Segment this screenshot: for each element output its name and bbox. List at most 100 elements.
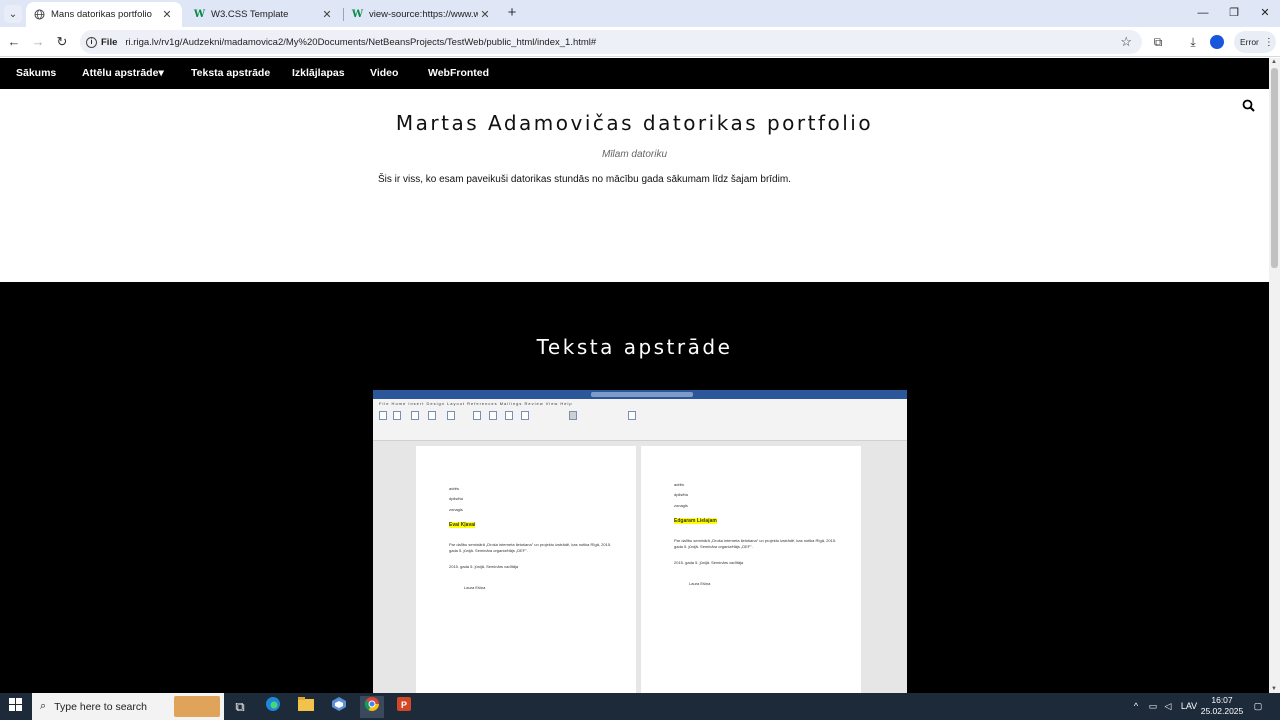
info-icon: i	[86, 36, 97, 48]
nav-attelu-apstrade[interactable]: Attēlu apstrāde▾	[82, 58, 164, 89]
tab-title: view-source:https://www.w3sch	[369, 9, 478, 20]
nav-attelu-apstrade-label: Attēlu apstrāde	[82, 67, 159, 79]
caret-down-icon: ▾	[158, 67, 164, 79]
taskbar-search-placeholder: Type here to search	[54, 700, 147, 713]
restore-icon[interactable]: ❐	[1219, 4, 1249, 22]
site-info-chip[interactable]: i File	[86, 36, 118, 48]
svg-text:P: P	[401, 700, 407, 710]
doc-line: gada 5. jūnijā. Semināra organizētājs „D…	[449, 548, 528, 553]
address-block-icon	[489, 411, 497, 420]
chrome-browser-icon[interactable]	[360, 696, 384, 718]
doc-line: gada 5. jūnijā. Semināra organizētājs „D…	[674, 544, 753, 549]
w3-icon: W	[193, 9, 206, 20]
volume-muted-icon[interactable]: ◁	[1161, 693, 1175, 720]
doc-line: dpilsēta	[449, 496, 463, 501]
preview-results-icon	[569, 411, 577, 420]
highlighted-name: Evai Kļavai	[449, 522, 476, 528]
doc-line: zonagls	[674, 503, 688, 508]
minimize-icon[interactable]: —	[1188, 4, 1218, 22]
file-explorer-icon[interactable]	[295, 696, 317, 718]
nav-izklajlapas[interactable]: Izklājlapas	[292, 58, 345, 89]
word-screenshot-image: File Home Insert Design Layout Reference…	[373, 390, 907, 693]
nav-video[interactable]: Video	[370, 58, 398, 89]
windows-start-icon[interactable]	[4, 696, 26, 718]
taskbar-clock[interactable]: 16:07 25.02.2025	[1196, 695, 1248, 717]
doc-line: zonagls	[449, 507, 463, 512]
tagline: Mīlam datoriku	[601, 149, 668, 160]
scroll-thumb[interactable]	[1271, 68, 1278, 268]
doc-highlight-line: Edgaram Lielajam	[674, 518, 717, 524]
tab-w3css-template[interactable]: W W3.CSS Template ✕	[186, 2, 342, 27]
tray-chevron-up-icon[interactable]: ^	[1128, 693, 1144, 720]
start-merge-icon	[411, 411, 419, 420]
edge-browser-icon[interactable]	[262, 696, 284, 718]
search-highlight-illustration-icon	[174, 696, 220, 717]
word-search-box	[591, 392, 693, 397]
section-title: Teksta apstrāde	[536, 335, 733, 359]
globe-icon	[34, 9, 45, 20]
window-close-icon[interactable]: ✕	[1250, 4, 1280, 22]
download-icon[interactable]: ⤓	[1184, 33, 1202, 51]
back-arrow-icon[interactable]: ←	[5, 33, 23, 51]
word-ribbon: File Home Insert Design Layout Reference…	[373, 399, 907, 441]
extensions-icon[interactable]: ⧉	[1149, 33, 1167, 51]
tab-view-source[interactable]: W view-source:https://www.w3sch ✕	[344, 2, 500, 27]
insert-field-icon	[521, 411, 529, 420]
highlighted-name: Edgaram Lielajam	[674, 518, 717, 524]
w3-icon: W	[351, 9, 364, 20]
page-scrollbar[interactable]: ▲ ▼	[1269, 58, 1280, 693]
url-text[interactable]: ri.riga.lv/rv1g/Audzekni/madamovica2/My%…	[125, 37, 596, 48]
document-page-left: adrēs dpilsēta zonagls Evai Kļavai Par d…	[416, 446, 636, 693]
network-icon[interactable]: ▭	[1146, 693, 1160, 720]
tab-title: Mans datorikas portfolio	[51, 9, 152, 20]
tab-title: W3.CSS Template	[211, 9, 289, 20]
greeting-line-icon	[505, 411, 513, 420]
taskbar-search-box[interactable]: ⌕ Type here to search	[32, 693, 224, 720]
nav-teksta-apstrade[interactable]: Teksta apstrāde	[191, 58, 270, 89]
browser-toolbar: ← → ↻ i File ri.riga.lv/rv1g/Audzekni/ma…	[0, 27, 1280, 57]
doc-line: 2015. gada 5. jūnijā. Seminārs vadītāja	[449, 564, 519, 569]
nav-sakums[interactable]: Sākums	[16, 58, 56, 89]
intro-paragraph: Šis ir viss, ko esam paveikuši datorikas…	[378, 174, 791, 185]
envelope-icon	[379, 411, 387, 420]
nav-webfronted[interactable]: WebFronted	[428, 58, 489, 89]
windows-taskbar: ⌕ Type here to search ⧉ P ^ ▭ ◁ LAV 16:0…	[0, 693, 1280, 720]
tab-portfolio[interactable]: Mans datorikas portfolio ✕	[26, 2, 182, 27]
scroll-down-arrow-icon[interactable]: ▼	[1271, 686, 1277, 692]
close-icon[interactable]: ✕	[160, 8, 174, 21]
site-info-label: File	[101, 36, 118, 48]
menu-dots-icon: ⋮	[1263, 36, 1274, 48]
close-icon[interactable]: ✕	[320, 8, 334, 21]
word-titlebar	[373, 390, 907, 399]
search-icon: ⌕	[40, 700, 47, 712]
hero-section: Martas Adamovičas datorikas portfolio Mī…	[0, 89, 1269, 282]
new-tab-plus-icon[interactable]: +	[504, 5, 520, 21]
powerpoint-icon[interactable]: P	[393, 696, 415, 718]
forward-arrow-icon[interactable]: →	[29, 33, 47, 51]
error-button[interactable]: Error ⋮	[1234, 31, 1276, 53]
ribbon-tabs: File Home Insert Design Layout Reference…	[379, 401, 573, 406]
select-recipients-icon	[428, 411, 436, 420]
reload-icon[interactable]: ↻	[53, 33, 71, 51]
address-bar[interactable]: i File ri.riga.lv/rv1g/Audzekni/madamovi…	[80, 30, 1142, 54]
close-icon[interactable]: ✕	[478, 8, 492, 21]
task-view-icon[interactable]: ⧉	[229, 696, 251, 718]
app-cube-icon[interactable]	[328, 696, 350, 718]
doc-line: 2015. gada 5. jūnijā. Seminārs vadītāja	[674, 560, 744, 565]
tab-search-dropdown-icon[interactable]: ⌄	[4, 5, 22, 23]
labels-icon	[393, 411, 401, 420]
doc-signature: Laura Ešiņa	[464, 585, 486, 590]
doc-line: dpilsēta	[674, 492, 688, 497]
teksta-apstrade-section: Teksta apstrāde File Home Insert Design …	[0, 282, 1269, 693]
doc-line: adrēs	[674, 482, 685, 487]
bookmark-star-icon[interactable]: ☆	[1120, 34, 1132, 50]
notification-icon[interactable]: ▢	[1250, 693, 1266, 720]
scroll-up-arrow-icon[interactable]: ▲	[1271, 59, 1277, 65]
doc-line: Par dalību seminārā „Droša interneta lie…	[674, 538, 837, 543]
error-label: Error	[1240, 37, 1259, 47]
doc-signature: Laura Ešiņa	[689, 581, 711, 586]
doc-highlight-line: Evai Kļavai	[449, 522, 476, 528]
site-navbar: Sākums Attēlu apstrāde▾ Teksta apstrāde …	[0, 58, 1269, 89]
doc-line: adrēs	[449, 486, 460, 491]
profile-avatar-icon[interactable]	[1210, 35, 1224, 49]
